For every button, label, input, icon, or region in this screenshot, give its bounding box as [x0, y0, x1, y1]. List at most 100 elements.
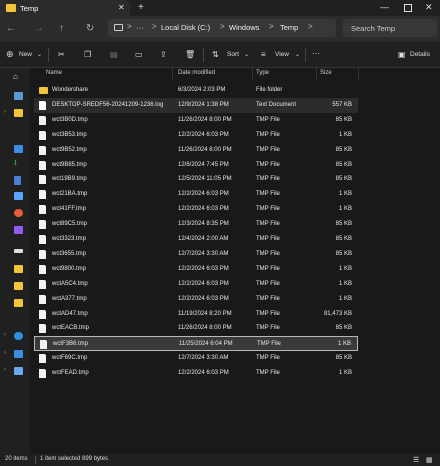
music-icon[interactable] — [14, 209, 23, 217]
file-icon — [39, 249, 46, 259]
file-size: 85 KB — [335, 146, 352, 153]
videos-icon[interactable] — [14, 226, 23, 234]
new-tab-button[interactable]: + — [138, 2, 144, 13]
column-divider[interactable] — [172, 68, 173, 80]
file-date: 12/2/2024 6:03 PM — [178, 295, 229, 302]
drive-icon[interactable] — [14, 249, 23, 253]
file-row[interactable]: wct9B52.tmp 11/26/2024 8:00 PM TMP File 85 … — [34, 143, 358, 158]
file-row[interactable]: wct19B9.tmp 12/5/2024 11:05 PM TMP File 85 … — [34, 172, 358, 187]
file-row[interactable]: wct41FF.tmp 12/2/2024 6:03 PM TMP File 1 KB — [34, 202, 358, 217]
file-row[interactable]: wctFEAD.tmp 12/2/2024 6:03 PM TMP File 1 KB — [34, 366, 358, 381]
tab-close-icon[interactable]: ✕ — [118, 3, 125, 12]
file-date: 12/2/2024 6:03 PM — [178, 206, 229, 213]
chevron-right-icon[interactable]: › — [4, 109, 6, 115]
file-row[interactable]: wct3655.tmp 12/7/2024 3:30 AM TMP File 85 K… — [34, 247, 358, 262]
file-icon — [39, 205, 46, 215]
file-row[interactable]: wct21BA.tmp 12/2/2024 6:03 PM TMP File 1 KB — [34, 187, 358, 202]
copy-icon[interactable]: ❐ — [84, 50, 91, 59]
rename-icon[interactable]: ▭ — [135, 50, 143, 59]
file-row[interactable]: DESKTOP-SREDF56-20241209-1236.log 12/9/20… — [34, 97, 358, 113]
breadcrumb-separator: > — [127, 22, 132, 31]
chevron-right-icon[interactable]: › — [4, 367, 6, 373]
folder-icon[interactable] — [14, 299, 23, 307]
file-row[interactable]: wctF3B6.tmp 11/25/2024 6:04 PM TMP File 1 K… — [34, 336, 358, 352]
file-row[interactable]: wctAD47.tmp 11/19/2024 8:20 PM TMP File 81,… — [34, 307, 358, 322]
folder-icon[interactable] — [14, 109, 23, 117]
file-row[interactable]: wctA377.tmp 12/2/2024 6:03 PM TMP File 1 KB — [34, 292, 358, 307]
file-date: 11/26/2024 8:00 PM — [178, 146, 232, 153]
view-button[interactable]: View — [275, 51, 289, 58]
breadcrumb-windows[interactable]: Windows — [229, 23, 259, 32]
more-options-button[interactable]: ··· — [312, 49, 320, 58]
documents-icon[interactable] — [14, 176, 21, 185]
file-row[interactable]: wct3B0D.tmp 11/26/2024 8:00 PM TMP File 85 … — [34, 113, 358, 128]
cut-icon[interactable]: ✂ — [58, 50, 65, 59]
details-view-icon[interactable]: ☰ — [413, 456, 419, 464]
file-row[interactable]: wct89C5.tmp 12/3/2024 8:35 PM TMP File 85 K… — [34, 217, 358, 232]
file-size: 1 KB — [338, 370, 352, 377]
file-row[interactable]: Wondershare 6/3/2024 2:03 PM File folder — [34, 83, 358, 98]
share-icon[interactable]: ⇪ — [160, 50, 167, 59]
column-header-name[interactable]: Name — [46, 70, 62, 76]
home-icon[interactable]: ⌂ — [13, 72, 18, 81]
toolbar-divider — [203, 48, 204, 62]
this-pc-icon[interactable] — [14, 350, 23, 358]
column-divider[interactable] — [358, 68, 359, 80]
delete-icon[interactable]: 🗑 — [185, 50, 195, 59]
scrollbar[interactable] — [435, 68, 438, 454]
paste-icon[interactable]: ▤ — [110, 50, 118, 59]
sort-button[interactable]: Sort — [227, 51, 239, 58]
breadcrumb-ellipsis[interactable]: ··· — [136, 23, 144, 32]
breadcrumb-dropdown[interactable]: > — [308, 22, 313, 31]
item-count: 20 items — [5, 456, 28, 462]
minimize-button[interactable]: — — [380, 2, 389, 12]
pictures-icon[interactable] — [14, 192, 23, 200]
file-row[interactable]: wct9B85.tmp 12/6/2024 7:45 PM TMP File 85 K… — [34, 158, 358, 173]
onedrive-icon[interactable] — [14, 332, 23, 340]
close-window-button[interactable]: ✕ — [425, 2, 433, 13]
file-size: 85 KB — [335, 325, 352, 332]
details-button[interactable]: Details — [410, 51, 430, 58]
refresh-button[interactable]: ↻ — [86, 23, 94, 34]
new-button[interactable]: New — [19, 51, 32, 58]
column-divider[interactable] — [252, 68, 253, 80]
chevron-right-icon[interactable]: › — [4, 350, 6, 356]
desktop-icon[interactable] — [14, 145, 23, 153]
file-date: 12/2/2024 6:03 PM — [178, 370, 229, 377]
breadcrumb-separator: > — [269, 22, 274, 31]
search-input[interactable]: Search Temp — [343, 19, 437, 37]
file-row[interactable]: wctA5C4.tmp 12/2/2024 6:03 PM TMP File 1 KB — [34, 277, 358, 292]
folder-icon[interactable] — [14, 282, 23, 290]
column-divider[interactable] — [316, 68, 317, 80]
breadcrumb-temp[interactable]: Temp — [280, 23, 298, 32]
file-size: 81,473 KB — [323, 310, 352, 317]
chevron-right-icon[interactable]: › — [4, 332, 6, 338]
file-icon — [40, 340, 47, 350]
column-header-size[interactable]: Size — [320, 70, 332, 76]
network-icon[interactable] — [14, 367, 23, 375]
tab-temp[interactable]: Temp ✕ — [0, 0, 130, 16]
column-header-date[interactable]: Date modified — [178, 70, 215, 76]
file-size: 1 KB — [338, 295, 352, 302]
breadcrumb-local-disk[interactable]: Local Disk (C:) — [161, 23, 210, 32]
back-button[interactable]: ← — [6, 23, 16, 34]
maximize-button[interactable] — [404, 4, 412, 12]
gallery-icon[interactable] — [14, 92, 23, 100]
file-type: TMP File — [256, 131, 280, 138]
file-row[interactable]: wct3323.tmp 12/4/2024 2:00 AM TMP File 85 K… — [34, 232, 358, 247]
up-button[interactable]: ↑ — [59, 23, 64, 34]
tiles-view-icon[interactable]: ▦ — [426, 456, 433, 464]
file-row[interactable]: wctF69C.tmp 12/7/2024 3:30 AM TMP File 85 K… — [34, 351, 358, 366]
folder-icon[interactable] — [14, 265, 23, 273]
file-date: 12/7/2024 3:30 AM — [178, 250, 229, 257]
file-row[interactable]: wct9800.tmp 12/2/2024 6:03 PM TMP File 1 KB — [34, 262, 358, 277]
file-icon — [39, 294, 46, 304]
file-row[interactable]: wctEACB.tmp 11/26/2024 8:00 PM TMP File 85 … — [34, 321, 358, 336]
column-header-type[interactable]: Type — [256, 70, 269, 76]
file-date: 12/7/2024 3:30 AM — [178, 355, 229, 362]
address-bar[interactable]: > ··· > Local Disk (C:) > Windows > Temp… — [108, 19, 336, 37]
forward-button[interactable]: → — [34, 23, 44, 34]
file-row[interactable]: wct3B53.tmp 12/2/2024 6:03 PM TMP File 1 KB — [34, 128, 358, 143]
file-date: 11/26/2024 8:00 PM — [178, 325, 232, 332]
downloads-icon[interactable]: ⭳ — [14, 157, 17, 171]
